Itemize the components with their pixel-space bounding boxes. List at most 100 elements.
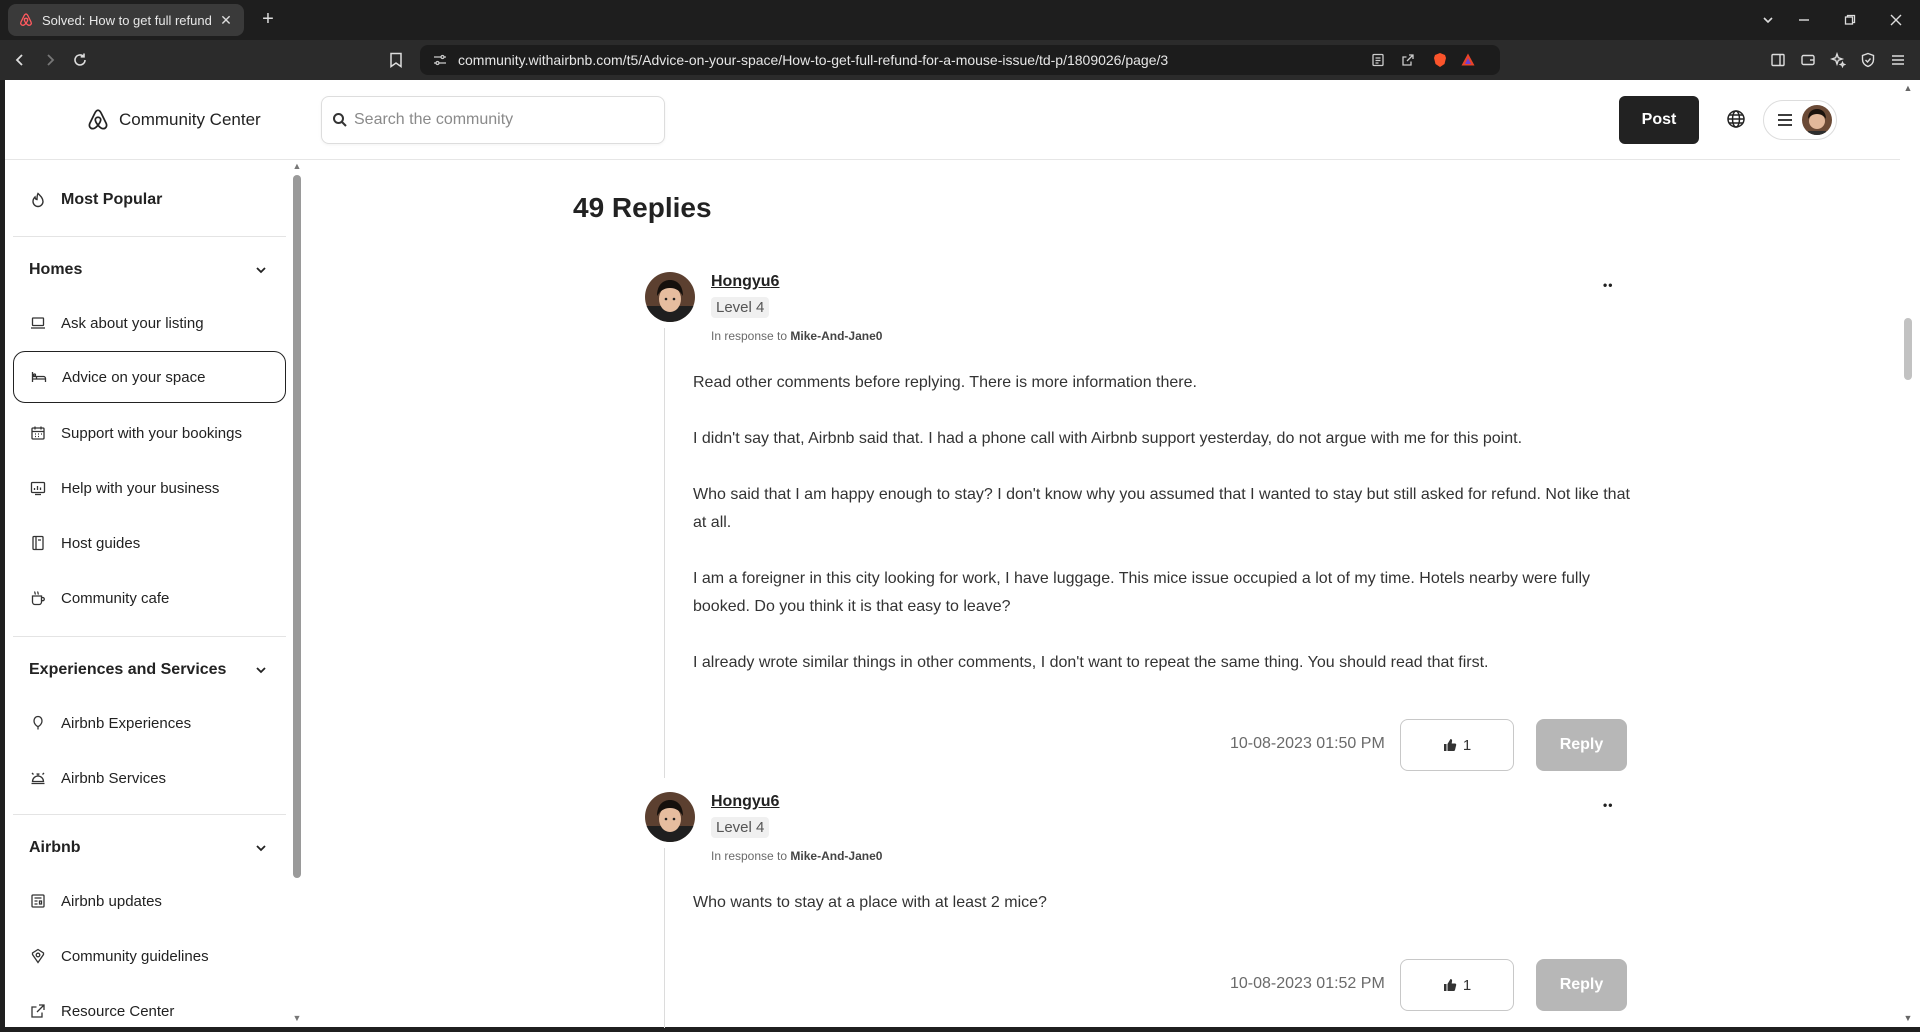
sidebar-section-homes[interactable]: Homes [29,255,279,285]
reply-paragraph: Who wants to stay at a place with at lea… [693,894,1047,911]
in-response-user-link[interactable]: Mike-And-Jane0 [790,849,882,863]
reply-paragraph: I already wrote similar things in other … [693,654,1489,671]
balloon-icon [29,714,47,732]
news-icon [29,892,47,910]
reply-button[interactable]: Reply [1536,959,1627,1011]
laptop-icon [29,314,47,332]
brave-rewards-icon[interactable] [1460,52,1476,68]
sidebar-item-label: Help with your business [61,479,220,497]
sidebar-item-label: Community guidelines [61,947,209,965]
new-tab-button[interactable]: + [256,8,280,32]
reload-icon[interactable] [68,48,92,72]
post-button[interactable]: Post [1619,96,1699,144]
web-page: Community Center Post ▲ ▼ Most Popul [5,80,1900,1027]
site-header: Community Center Post [5,80,1900,160]
page-scrollbar-track[interactable] [1900,80,1920,1027]
external-link-icon [29,1002,47,1020]
close-window-icon[interactable] [1884,8,1908,32]
sidebar-item-label: Ask about your listing [61,314,204,332]
more-options-icon[interactable]: •• [1603,798,1613,812]
restore-icon[interactable] [1838,8,1862,32]
browser-tab[interactable]: Solved: How to get full refund fo ✕ [8,4,244,36]
browser-nav-bar: community.withairbnb.com/t5/Advice-on-yo… [0,40,1920,80]
page-scrollbar-thumb[interactable] [1904,318,1912,380]
sidebar-scrollbar[interactable] [293,175,301,878]
search-icon [332,112,348,128]
thread-line [664,848,665,1028]
sidebar-item-resource-center[interactable]: Resource Center [13,985,286,1027]
leo-ai-icon[interactable] [1826,48,1850,72]
reply-paragraph: Read other comments before replying. The… [693,374,1197,391]
sidebar-item-label: Most Popular [61,191,163,208]
brave-shields-icon[interactable] [1432,52,1448,68]
sidebar-item-support-with-your-bookings[interactable]: Support with your bookings [13,407,286,459]
page-scroll-down-arrow[interactable]: ▼ [1903,1013,1913,1023]
service-bell-icon [29,769,47,787]
logo-text: Community Center [119,110,261,129]
browser-tab-bar: Solved: How to get full refund fo ✕ + [0,0,1920,40]
more-options-icon[interactable]: •• [1603,278,1613,292]
reply-button[interactable]: Reply [1536,719,1627,771]
hamburger-menu-icon [1776,111,1794,129]
like-button[interactable]: 1 [1400,719,1514,771]
sidebar-item-advice-on-your-space[interactable]: Advice on your space [13,351,286,403]
sidebar-item-airbnb-services[interactable]: Airbnb Services [13,752,286,804]
sidebar-item-label: Airbnb Services [61,769,167,787]
user-level-badge: Level 4 [711,297,770,318]
in-response-user-link[interactable]: Mike-And-Jane0 [790,329,882,343]
sidebar-item-label: Airbnb updates [61,892,162,910]
sidebar-item-community-cafe[interactable]: Community cafe [13,572,286,624]
forward-icon[interactable] [38,48,62,72]
browser-menu-icon[interactable] [1886,48,1910,72]
like-button[interactable]: 1 [1400,959,1514,1011]
sidebar-section-airbnb[interactable]: Airbnb [29,833,279,863]
site-settings-icon[interactable] [432,52,448,68]
minimize-icon[interactable] [1792,8,1816,32]
back-icon[interactable] [8,48,32,72]
community-center-logo[interactable]: Community Center [85,107,261,133]
replies-count-heading: 49 Replies [573,192,712,223]
thumbs-up-icon [1443,738,1457,752]
user-avatar[interactable] [645,792,695,842]
close-tab-icon[interactable]: ✕ [218,12,234,28]
sidebar-item-community-guidelines[interactable]: Community guidelines [13,930,286,982]
sidebar-item-airbnb-experiences[interactable]: Airbnb Experiences [13,697,286,749]
sidebar-item-airbnb-updates[interactable]: Airbnb updates [13,875,286,927]
username-link[interactable]: Hongyu6 [711,793,779,811]
thumbs-up-icon [1443,978,1457,992]
tab-list-chevron-icon[interactable] [1756,8,1780,32]
url-text: community.withairbnb.com/t5/Advice-on-yo… [458,52,1169,68]
share-icon[interactable] [1400,52,1416,68]
sidebar-section-experiences-and-services[interactable]: Experiences and Services [29,655,279,685]
reply-paragraph: Who said that I am happy enough to stay?… [693,486,1630,531]
chevron-down-icon [253,840,269,856]
post-date: 10-08-2023 01:52 PM [1230,975,1385,992]
user-menu-button[interactable] [1763,100,1837,140]
sidebar-scroll-down-arrow[interactable]: ▼ [291,1013,303,1023]
sidebar-toggle-icon[interactable] [1766,48,1790,72]
sidebar-item-ask-about-your-listing[interactable]: Ask about your listing [13,297,286,349]
globe-icon[interactable] [1725,108,1747,130]
user-avatar[interactable] [645,272,695,322]
in-response-prefix: In response to [711,329,788,343]
chevron-down-icon [253,262,269,278]
address-bar[interactable]: community.withairbnb.com/t5/Advice-on-yo… [420,45,1500,75]
search-box[interactable] [321,96,665,144]
page-scroll-up-arrow[interactable]: ▲ [1903,83,1913,93]
vpn-shield-icon[interactable] [1856,48,1880,72]
sidebar-scroll-up-arrow[interactable]: ▲ [291,161,303,171]
thread-line [664,328,665,778]
chart-icon [29,479,47,497]
reader-mode-icon[interactable] [1370,52,1386,68]
username-link[interactable]: Hongyu6 [711,273,779,291]
bookmark-icon[interactable] [384,48,408,72]
like-count: 1 [1462,976,1472,994]
airbnb-logo-icon [18,12,34,28]
sidebar-item-help-with-your-business[interactable]: Help with your business [13,462,286,514]
in-response-prefix: In response to [711,849,788,863]
search-input[interactable] [354,111,654,129]
sidebar-item-host-guides[interactable]: Host guides [13,517,286,569]
sidebar-item-label: Resource Center [61,1002,175,1020]
sidebar-item-most-popular[interactable]: Most Popular [13,174,286,226]
wallet-icon[interactable] [1796,48,1820,72]
